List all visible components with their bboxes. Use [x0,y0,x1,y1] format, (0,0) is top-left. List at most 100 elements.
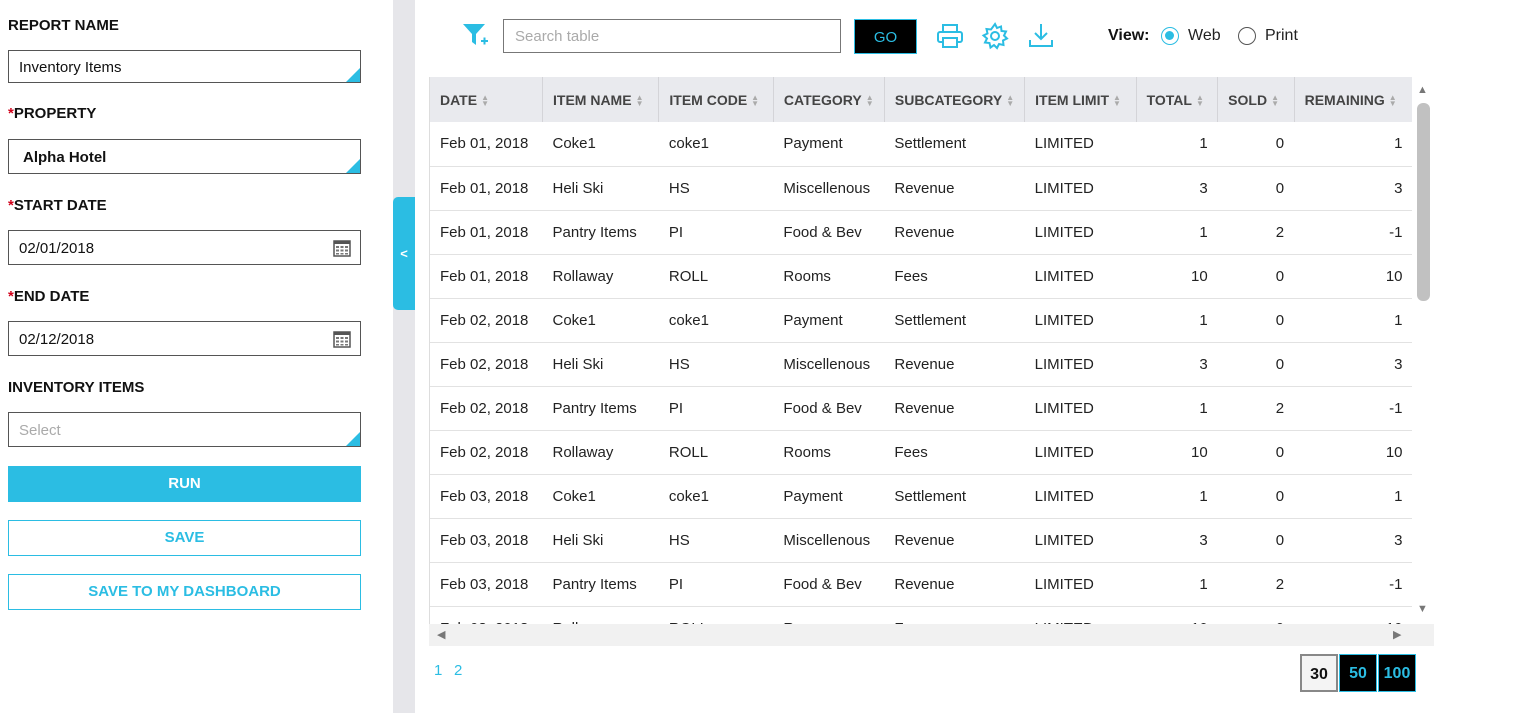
table-cell: Fees [884,430,1025,475]
table-row[interactable]: Feb 02, 2018 Coke1 coke1 Payment Settlement L… [430,298,1412,343]
table-cell: Settlement [884,122,1025,167]
table-cell: Revenue [884,562,1025,607]
table-row[interactable]: Feb 01, 2018 Pantry Items PI Food & Bev Reve… [430,210,1412,255]
calendar-icon[interactable] [333,239,351,257]
end-date-field[interactable]: 02/12/2018 [8,321,361,356]
page-size-100-button[interactable]: 100 [1378,654,1416,692]
end-date-label: *END DATE [8,288,90,305]
sort-icon[interactable]: ▲ ▼ [481,93,489,107]
column-header[interactable]: CATEGORY ▲ ▼ [773,77,885,122]
table-row[interactable]: Feb 02, 2018 Heli Ski HS Miscellenous Revenu… [430,342,1412,387]
column-header[interactable]: REMAINING ▲ ▼ [1294,77,1412,122]
sort-icon[interactable]: ▲ ▼ [636,93,644,107]
filter-add-icon[interactable] [461,21,489,49]
collapse-panel-button[interactable]: < [393,197,415,310]
column-header-label: DATE [440,91,478,108]
table-row[interactable]: Feb 03, 2018 Coke1 coke1 Payment Settlement L… [430,474,1412,519]
table-row[interactable]: Feb 02, 2018 Pantry Items PI Food & Bev Reve… [430,386,1412,431]
save-button[interactable]: SAVE [8,520,361,556]
scroll-up-arrow[interactable]: ▲ [1417,84,1428,96]
column-header[interactable]: ITEM CODE ▲ ▼ [658,77,774,122]
start-date-label: *START DATE [8,197,107,214]
column-header[interactable]: ITEM LIMIT ▲ ▼ [1024,77,1137,122]
table-cell: 10 [1136,430,1218,475]
table-cell: 3 [1136,342,1218,387]
table-cell: LIMITED [1024,122,1137,167]
settings-icon[interactable] [981,22,1009,50]
report-table: DATE ▲ ▼ ITEM NAME ▲ ▼ ITEM CODE ▲ ▼ CATEGORY ▲ ▼ SU… [430,77,1412,624]
page-link-1[interactable]: 1 [434,662,442,679]
table-cell: Payment [773,122,885,167]
column-header[interactable]: TOTAL ▲ ▼ [1136,77,1219,122]
table-cell: Feb 03, 2018 [430,518,543,563]
search-input[interactable]: Search table [503,19,841,53]
table-cell: Feb 01, 2018 [430,122,543,167]
sort-icon[interactable]: ▲ ▼ [751,93,759,107]
view-web-label[interactable]: Web [1188,27,1221,45]
table-cell: Heli Ski [542,166,659,211]
run-button[interactable]: RUN [8,466,361,502]
sort-icon[interactable]: ▲ ▼ [1196,93,1204,107]
table-row[interactable]: Feb 03, 2018 Heli Ski HS Miscellenous Revenu… [430,518,1412,563]
table-cell: Heli Ski [542,518,659,563]
scroll-down-arrow[interactable]: ▼ [1417,603,1428,615]
table-cell: LIMITED [1024,606,1137,624]
calendar-icon[interactable] [333,330,351,348]
table-cell: Feb 03, 2018 [430,606,543,624]
view-print-label[interactable]: Print [1265,27,1298,45]
scroll-right-arrow[interactable]: ▶ [1393,628,1401,641]
table-cell: PI [658,386,774,431]
table-cell: Feb 02, 2018 [430,386,543,431]
table-cell: 0 [1217,430,1295,475]
sort-icon[interactable]: ▲ ▼ [1113,93,1121,107]
table-row[interactable]: Feb 01, 2018 Coke1 coke1 Payment Settlement L… [430,122,1412,167]
table-cell: LIMITED [1024,518,1137,563]
table-cell: PI [658,562,774,607]
page-size-30-button[interactable]: 30 [1300,654,1338,692]
table-cell: Fees [884,606,1025,624]
inventory-items-label: INVENTORY ITEMS [8,379,145,396]
table-row[interactable]: Feb 01, 2018 Heli Ski HS Miscellenous Revenu… [430,166,1412,211]
view-web-radio[interactable] [1161,27,1179,45]
column-header[interactable]: SOLD ▲ ▼ [1217,77,1295,122]
table-cell: Miscellenous [773,518,885,563]
table-cell: 1 [1136,210,1218,255]
table-cell: LIMITED [1024,562,1137,607]
panel-divider [393,0,415,713]
table-row[interactable]: Feb 03, 2018RollawayROLLRoomsFeesLIMITED… [430,606,1412,624]
table-cell: 0 [1217,254,1295,299]
download-icon[interactable] [1027,21,1055,49]
horizontal-scrollbar[interactable] [429,624,1434,646]
column-header[interactable]: SUBCATEGORY ▲ ▼ [884,77,1026,122]
table-cell: Heli Ski [542,342,659,387]
column-header[interactable]: DATE ▲ ▼ [430,77,543,122]
page-size-50-button[interactable]: 50 [1339,654,1377,692]
page-link-2[interactable]: 2 [454,662,462,679]
table-cell: Coke1 [542,298,659,343]
table-row[interactable]: Feb 03, 2018 Pantry Items PI Food & Bev Reve… [430,562,1412,607]
sort-icon[interactable]: ▲ ▼ [1389,93,1397,107]
sort-icon[interactable]: ▲ ▼ [866,93,874,107]
report-name-select[interactable]: Inventory Items [8,50,361,83]
go-button[interactable]: GO [854,19,917,54]
view-print-radio[interactable] [1238,27,1256,45]
print-icon[interactable] [936,22,964,50]
table-cell: 2 [1217,562,1295,607]
table-cell: 3 [1136,518,1218,563]
start-date-field[interactable]: 02/01/2018 [8,230,361,265]
table-cell: Coke1 [542,122,659,167]
table-cell: LIMITED [1024,474,1137,519]
sort-icon[interactable]: ▲ ▼ [1271,93,1279,107]
save-to-dashboard-button[interactable]: SAVE TO MY DASHBOARD [8,574,361,610]
table-cell: Revenue [884,386,1025,431]
table-row[interactable]: Feb 02, 2018 Rollaway ROLL Rooms Fees LIMITED… [430,430,1412,475]
sort-icon[interactable]: ▲ ▼ [1006,93,1014,107]
report-name-label: REPORT NAME [8,17,119,34]
property-select[interactable]: Alpha Hotel [8,139,361,174]
scroll-left-arrow[interactable]: ◀ [437,628,445,641]
column-header[interactable]: ITEM NAME ▲ ▼ [542,77,660,122]
vertical-scroll-thumb[interactable] [1417,103,1430,301]
column-header-label: ITEM LIMIT [1035,91,1110,108]
table-row[interactable]: Feb 01, 2018 Rollaway ROLL Rooms Fees LIMITED… [430,254,1412,299]
inventory-items-select[interactable]: Select [8,412,361,447]
